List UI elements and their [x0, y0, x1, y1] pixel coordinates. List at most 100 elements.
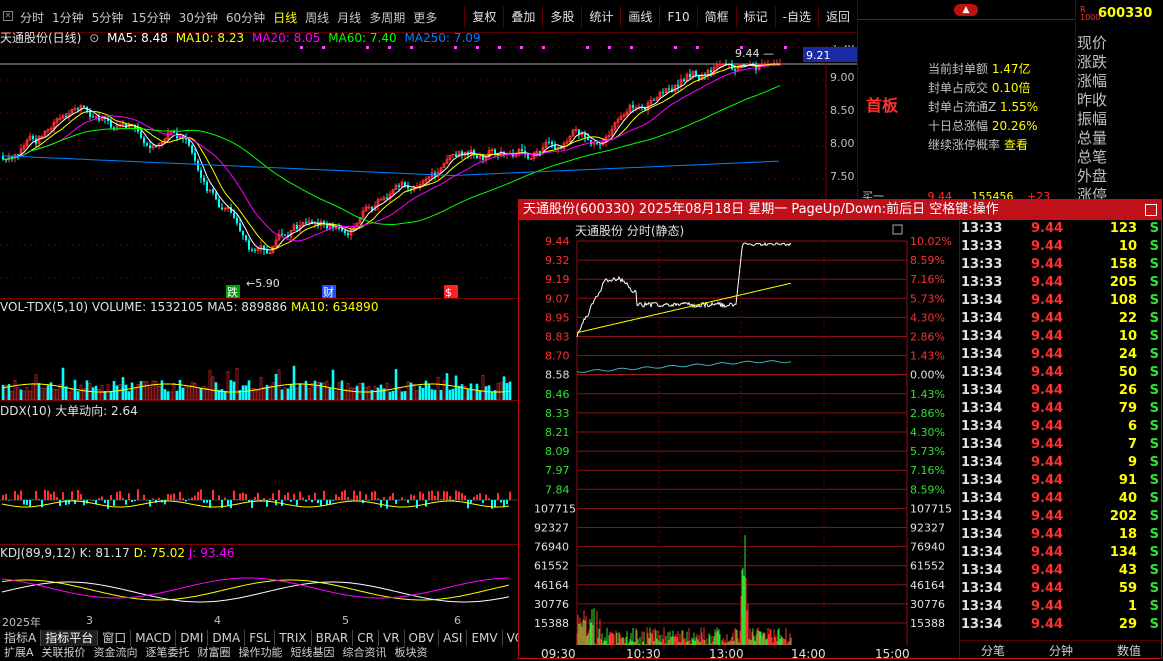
- tab-3[interactable]: 15分钟: [127, 9, 174, 27]
- tab-2[interactable]: 5分钟: [88, 9, 128, 27]
- tick-list[interactable]: 13:339.44123S13:339.4410S13:339.44158S13…: [959, 220, 1163, 638]
- candle: [281, 234, 283, 235]
- indicator-tab-2[interactable]: 窗口: [98, 630, 131, 646]
- candle: [212, 190, 214, 193]
- tab-8[interactable]: 月线: [333, 9, 365, 27]
- tool-button-5[interactable]: F10: [659, 6, 696, 28]
- volume-bar: [98, 389, 100, 400]
- candle: [296, 225, 298, 229]
- indicator-tab-13[interactable]: EMV: [467, 630, 502, 646]
- volume-bar: [86, 381, 88, 400]
- tool-button-1[interactable]: 叠加: [503, 6, 542, 28]
- tick-tab-1[interactable]: 分钟: [1027, 641, 1095, 660]
- close-icon[interactable]: ✕: [3, 11, 13, 21]
- ddx-bar: [131, 500, 133, 502]
- indicator-tab-10[interactable]: VR: [379, 630, 405, 646]
- ddx-bar: [176, 499, 178, 500]
- time-tick: 15:00: [875, 647, 910, 660]
- intraday-popup[interactable]: 天通股份(600330) 2025年08月18日 星期一 PageUp/Down…: [518, 199, 1162, 659]
- tab-9[interactable]: 多周期: [365, 9, 409, 27]
- indicator-tab-6[interactable]: FSL: [245, 630, 275, 646]
- r-icon: R1000: [1080, 6, 1096, 30]
- ext-tab-0[interactable]: 扩展A: [0, 647, 38, 659]
- close-icon[interactable]: [1145, 204, 1157, 216]
- event-mark: 跌: [227, 285, 238, 298]
- tool-button-3[interactable]: 统计: [581, 6, 620, 28]
- ext-tab-3[interactable]: 逐笔委托: [142, 647, 194, 659]
- tick-cell: S: [1137, 454, 1159, 472]
- candle: [689, 74, 691, 77]
- tool-button-6[interactable]: 简框: [697, 6, 736, 28]
- tool-button-0[interactable]: 复权: [464, 6, 503, 28]
- candle: [191, 146, 193, 153]
- ddx-bar: [482, 500, 484, 503]
- ddx-bar: [443, 491, 445, 500]
- ext-tab-1[interactable]: 关联报价: [38, 647, 90, 659]
- tick-row: 13:349.4443S: [959, 562, 1163, 580]
- tool-button-9[interactable]: 返回: [818, 6, 857, 28]
- candle: [734, 69, 736, 71]
- ext-tab-6[interactable]: 短线基因: [287, 647, 339, 659]
- time-tick: 14:00: [791, 647, 826, 660]
- indicator-tab-11[interactable]: OBV: [405, 630, 440, 646]
- seal-value[interactable]: 查看: [1004, 138, 1028, 152]
- indicator-tab-4[interactable]: DMI: [176, 630, 208, 646]
- ext-tab-5[interactable]: 操作功能: [235, 647, 287, 659]
- volume-bar: [245, 386, 247, 400]
- ddx-bar: [296, 500, 298, 506]
- tool-button-4[interactable]: 画线: [620, 6, 659, 28]
- ddx-bar: [317, 500, 319, 503]
- candle: [632, 105, 634, 107]
- volume-bar: [356, 386, 358, 400]
- quote-field-0: 现价: [1077, 34, 1107, 53]
- indicator-tabs: 指标A指标平台窗口MACDDMIDMAFSLTRIXBRARCRVROBVASI…: [0, 630, 546, 646]
- volume-bar: [47, 386, 49, 400]
- indicator-tab-8[interactable]: BRAR: [312, 630, 354, 646]
- volume-bar: [119, 384, 121, 400]
- volume-bar: [449, 390, 451, 400]
- indicator-tab-3[interactable]: MACD: [131, 630, 176, 646]
- tab-10[interactable]: 更多: [409, 9, 441, 27]
- popup-title[interactable]: 天通股份(600330) 2025年08月18日 星期一 PageUp/Down…: [519, 200, 1161, 220]
- chevron-down-icon[interactable]: ⊙: [89, 31, 99, 45]
- ext-tab-4[interactable]: 财富圈: [194, 647, 235, 659]
- tick-tab-0[interactable]: 分笔: [959, 641, 1027, 660]
- indicator-tab-7[interactable]: TRIX: [275, 630, 311, 646]
- collapse-icon[interactable]: ▲: [954, 4, 978, 16]
- ddx-bar: [50, 494, 52, 500]
- tab-0[interactable]: 分时: [16, 9, 48, 27]
- tab-4[interactable]: 30分钟: [175, 9, 222, 27]
- tick-cell: 9.44: [1031, 418, 1083, 436]
- tick-cell: 9.44: [1031, 346, 1083, 364]
- ext-tab-7[interactable]: 综合资讯: [339, 647, 391, 659]
- indicator-tab-0[interactable]: 指标A: [0, 630, 41, 646]
- kdj-j: J: 93.46: [189, 546, 235, 560]
- tick-cell: 9.44: [1031, 454, 1083, 472]
- tab-7[interactable]: 周线: [301, 9, 333, 27]
- tab-5[interactable]: 60分钟: [222, 9, 269, 27]
- ddx-bar: [488, 498, 490, 500]
- volume-bar: [32, 383, 34, 400]
- candle: [551, 142, 553, 144]
- tool-button-8[interactable]: -自选: [775, 6, 818, 28]
- seal-label: 封单占成交: [928, 81, 992, 95]
- tab-6[interactable]: 日线: [269, 9, 301, 27]
- ddx-bar: [5, 494, 7, 500]
- volume-bar: [404, 391, 406, 400]
- ddx-bar: [392, 493, 394, 500]
- pct-tick: 8.59%: [910, 483, 945, 496]
- intraday-chart[interactable]: 天通股份 分时(静态)9.4410.02%9.328.59%9.197.16%9…: [519, 220, 959, 660]
- seal-row[interactable]: 继续涨停概率 查看: [928, 136, 1078, 155]
- indicator-tab-5[interactable]: DMA: [208, 630, 245, 646]
- indicator-tab-12[interactable]: ASI: [439, 630, 467, 646]
- tick-cell: 9: [1083, 454, 1137, 472]
- ext-tab-2[interactable]: 资金流向: [90, 647, 142, 659]
- tool-button-7[interactable]: 标记: [736, 6, 775, 28]
- tab-1[interactable]: 1分钟: [48, 9, 88, 27]
- tool-button-2[interactable]: 多股: [542, 6, 581, 28]
- indicator-tab-9[interactable]: CR: [353, 630, 379, 646]
- kdj-chart: [0, 562, 520, 614]
- tick-tab-2[interactable]: 数值: [1095, 641, 1163, 660]
- ext-tab-8[interactable]: 板块资: [391, 647, 432, 659]
- indicator-tab-1[interactable]: 指标平台: [41, 630, 98, 646]
